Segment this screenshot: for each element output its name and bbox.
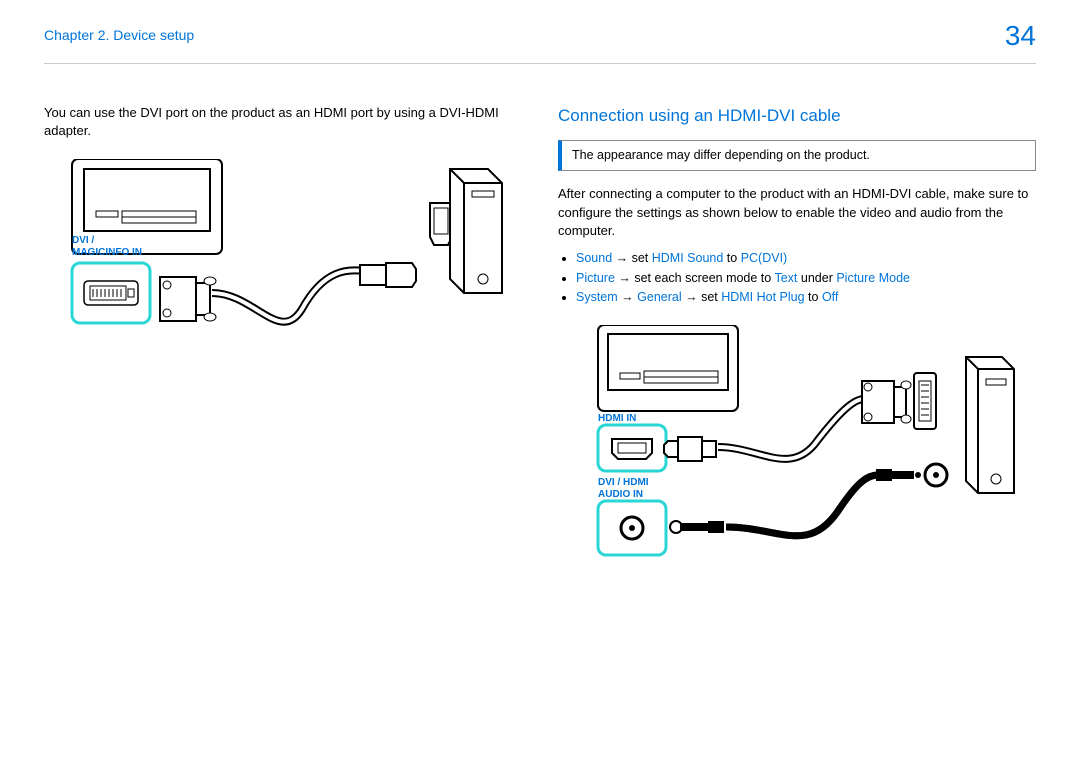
right-diagram: HDMI IN DVI / HDMI AUDIO IN bbox=[558, 325, 1036, 595]
page-number: 34 bbox=[1005, 16, 1036, 55]
left-intro-text: You can use the DVI port on the product … bbox=[44, 104, 522, 140]
header-divider bbox=[44, 63, 1036, 64]
hdmi-dvi-audio-diagram bbox=[558, 325, 1038, 595]
note-box: The appearance may differ depending on t… bbox=[558, 140, 1036, 172]
bullet-picture: Picture → set each screen mode to Text u… bbox=[576, 270, 1036, 288]
hdmi-in-label: HDMI IN bbox=[598, 413, 636, 424]
body-text: After connecting a computer to the produ… bbox=[558, 185, 1036, 240]
left-column: You can use the DVI port on the product … bbox=[44, 104, 522, 594]
left-diagram: DVI / MAGICINFO IN bbox=[44, 159, 522, 459]
bullet-sound: Sound → set HDMI Sound to PC(DVI) bbox=[576, 250, 1036, 268]
right-column: Connection using an HDMI-DVI cable The a… bbox=[558, 104, 1036, 594]
audio-in-label-line2: AUDIO IN bbox=[598, 489, 643, 500]
dvi-label-line2: MAGICINFO IN bbox=[72, 247, 142, 258]
chapter-label: Chapter 2. Device setup bbox=[44, 26, 194, 46]
settings-bullets: Sound → set HDMI Sound to PC(DVI) Pictur… bbox=[558, 250, 1036, 307]
dvi-hdmi-diagram bbox=[44, 159, 524, 459]
bullet-system: System → General → set HDMI Hot Plug to … bbox=[576, 289, 1036, 307]
audio-in-label-line1: DVI / HDMI bbox=[598, 477, 649, 488]
section-title: Connection using an HDMI-DVI cable bbox=[558, 104, 1036, 128]
dvi-label-line1: DVI / bbox=[72, 235, 94, 246]
